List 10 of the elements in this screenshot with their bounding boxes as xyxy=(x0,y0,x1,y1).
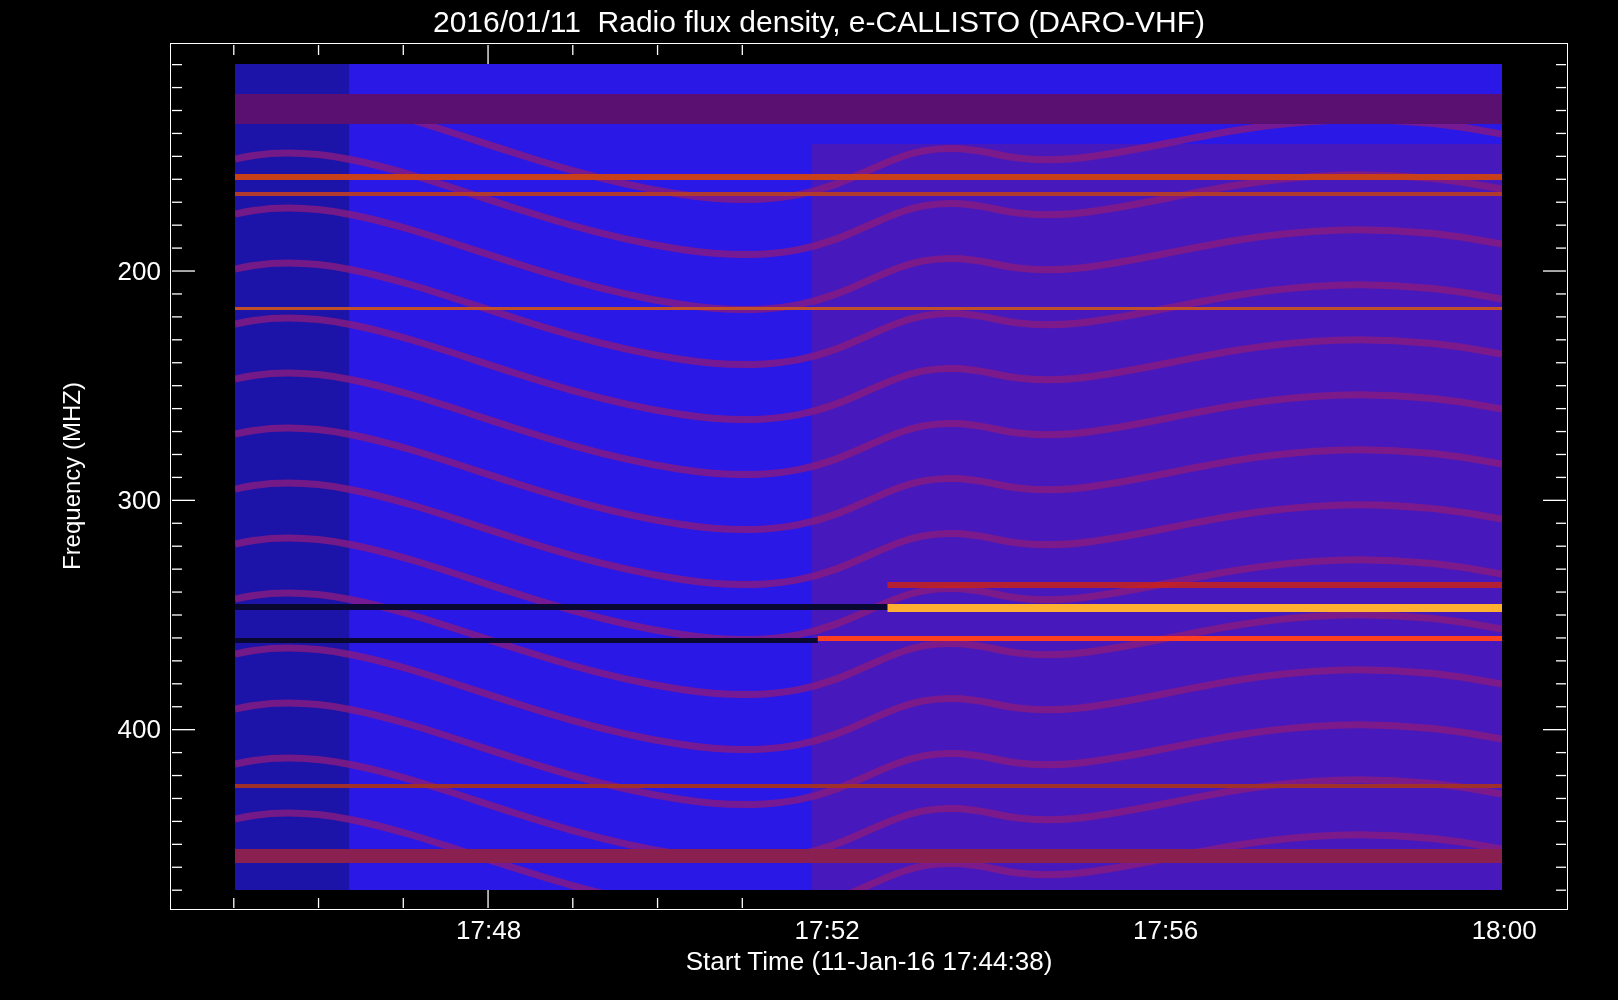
x-tick-label: 17:56 xyxy=(1133,915,1199,946)
y-tick-label: 300 xyxy=(117,484,161,516)
y-tick-label: 200 xyxy=(117,256,161,287)
x-tick-label: 17:52 xyxy=(794,915,860,946)
y-tick-label: 400 xyxy=(117,713,161,745)
x-tick-label: 17:48 xyxy=(456,915,522,946)
x-axis-label: Start Time (11-Jan-16 17:44:38) xyxy=(685,946,1053,977)
x-tick-label: 18:00 xyxy=(1471,915,1537,946)
chart-title: 2016/01/11 Radio flux density, e-CALLISTO (DARO-VHF) xyxy=(433,4,1205,39)
y-axis-label: Frequency (MHZ) xyxy=(58,382,86,571)
